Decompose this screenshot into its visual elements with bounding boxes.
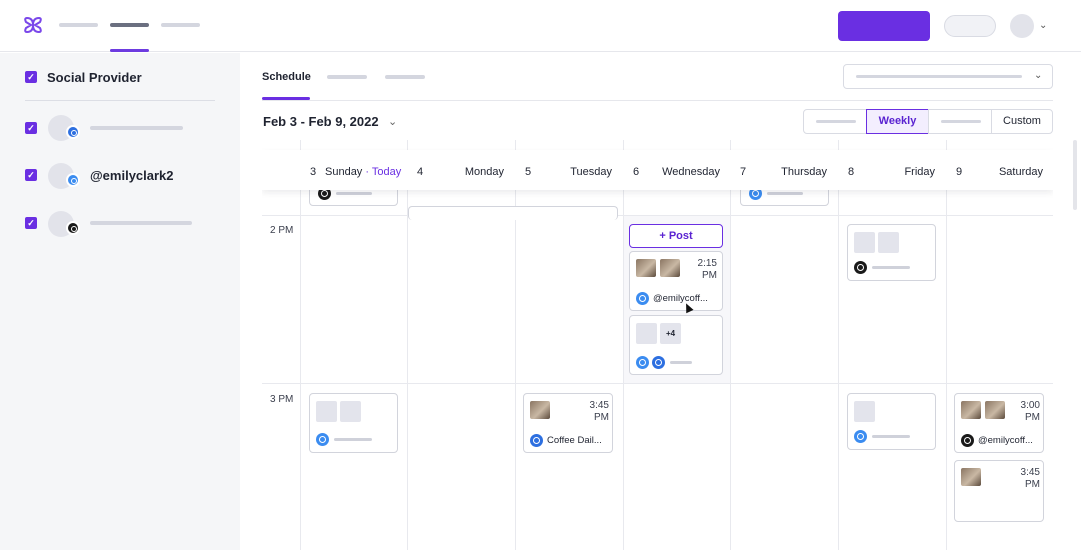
post-card[interactable]: +4 <box>629 315 723 375</box>
tab-schedule[interactable]: Schedule <box>262 71 311 83</box>
day-header-row: 3 Sunday · Today 4 Monday 5 Tuesday 6 We… <box>262 150 1053 190</box>
day-number: 7 <box>740 166 747 178</box>
calendar-grid: 3 Sunday · Today 4 Monday 5 Tuesday 6 We… <box>262 140 1053 550</box>
top-bar: ⌄ <box>0 0 1081 52</box>
view-monthly-button[interactable] <box>928 109 992 134</box>
nav-item-3[interactable] <box>161 23 200 27</box>
post-thumbnail <box>961 401 981 419</box>
post-card[interactable]: 3:45 PM Coffee Dail... <box>523 393 613 453</box>
more-media-count: +4 <box>660 323 681 344</box>
view-custom-button[interactable]: Custom <box>991 109 1053 134</box>
post-thumbnail <box>636 259 656 277</box>
day-number: 4 <box>417 166 424 178</box>
tab-placeholder-2[interactable] <box>327 75 367 79</box>
user-avatar[interactable] <box>1010 14 1034 38</box>
nav-item-1[interactable] <box>59 23 98 27</box>
sidebar-divider <box>25 100 215 101</box>
post-thumbnail <box>985 401 1005 419</box>
media-placeholder <box>854 401 875 422</box>
post-card[interactable] <box>847 224 936 281</box>
calendar-scrollbar[interactable] <box>1073 140 1077 210</box>
twitter-icon <box>316 433 329 446</box>
day-name-tuesday: Tuesday <box>570 166 612 178</box>
time-label: 2 PM <box>270 225 294 236</box>
media-placeholder <box>636 323 657 344</box>
day-name-monday: Monday <box>464 166 504 178</box>
post-text: Coffee Dail... <box>547 435 602 446</box>
media-placeholder <box>878 232 899 253</box>
post-card[interactable] <box>408 206 618 220</box>
account-name-placeholder <box>90 221 192 225</box>
secondary-pill-button[interactable] <box>944 15 996 37</box>
twitter-icon <box>854 430 867 443</box>
media-placeholder <box>854 232 875 253</box>
post-card[interactable]: 2:15 PM @emilycoff... <box>629 251 723 311</box>
view-weekly-button[interactable]: Weekly <box>866 109 929 134</box>
chevron-down-icon[interactable]: ⌄ <box>1039 20 1047 31</box>
twitter-icon <box>66 173 80 187</box>
sidebar-title: Social Provider <box>47 70 142 85</box>
post-time: 2:15 PM <box>697 258 717 281</box>
day-name-sunday: Sunday · Today <box>325 166 402 178</box>
post-time: 3:45 PM <box>1020 467 1040 490</box>
post-card[interactable]: 3:45 PM <box>954 460 1044 522</box>
chevron-down-icon: ⌄ <box>1034 70 1043 81</box>
instagram-icon <box>854 261 867 274</box>
instagram-icon <box>961 434 974 447</box>
account-name-placeholder <box>90 126 183 130</box>
post-handle: @emilycoff... <box>978 435 1033 446</box>
post-card[interactable]: 3:00 PM @emilycoff... <box>954 393 1044 453</box>
label-placeholder <box>816 120 856 123</box>
day-number: 6 <box>633 166 640 178</box>
plus-icon: + <box>659 230 666 242</box>
account-name: @emilyclark2 <box>90 168 174 183</box>
instagram-icon <box>66 221 80 235</box>
today-label: Today <box>371 166 402 178</box>
tab-placeholder-3[interactable] <box>385 75 425 79</box>
day-name-thursday: Thursday <box>781 166 827 178</box>
account-checkbox-facebook[interactable]: ✓ <box>25 122 37 134</box>
provider-checkbox[interactable]: ✓ <box>25 71 37 83</box>
day-number: 8 <box>848 166 855 178</box>
header-divider <box>262 100 1053 101</box>
nav-active-indicator <box>110 49 149 52</box>
view-switcher: Weekly Custom <box>803 109 1053 134</box>
media-placeholder <box>316 401 337 422</box>
time-label: 3 PM <box>270 394 294 405</box>
facebook-icon <box>530 434 543 447</box>
facebook-icon <box>66 125 80 139</box>
post-handle: @emilycoff... <box>653 293 708 304</box>
view-daily-button[interactable] <box>803 109 867 134</box>
brand-logo-icon[interactable] <box>23 15 43 35</box>
post-card[interactable] <box>847 393 936 450</box>
post-thumbnail <box>530 401 550 419</box>
facebook-icon <box>652 356 665 369</box>
post-thumbnail <box>961 468 981 486</box>
day-number: 5 <box>525 166 532 178</box>
select-placeholder <box>856 75 1022 78</box>
primary-action-button[interactable] <box>838 11 930 41</box>
account-checkbox-instagram[interactable]: ✓ <box>25 217 37 229</box>
nav-item-2[interactable] <box>110 23 149 27</box>
day-name-wednesday: Wednesday <box>662 166 720 178</box>
post-time: 3:45 PM <box>589 400 609 423</box>
media-placeholder <box>340 401 361 422</box>
filter-select[interactable]: ⌄ <box>843 64 1053 89</box>
chevron-down-icon[interactable]: ⌄ <box>388 115 397 128</box>
date-range[interactable]: Feb 3 - Feb 9, 2022 <box>263 114 379 129</box>
create-post-button[interactable]: + Post <box>629 224 723 248</box>
twitter-icon <box>636 356 649 369</box>
day-name-friday: Friday <box>904 166 935 178</box>
post-card[interactable] <box>309 393 398 453</box>
post-thumbnail <box>660 259 680 277</box>
twitter-icon <box>636 292 649 305</box>
label-placeholder <box>941 120 981 123</box>
day-name-saturday: Saturday <box>998 166 1043 178</box>
account-checkbox-twitter[interactable]: ✓ <box>25 169 37 181</box>
day-number: 9 <box>956 166 963 178</box>
post-time: 3:00 PM <box>1020 400 1040 423</box>
